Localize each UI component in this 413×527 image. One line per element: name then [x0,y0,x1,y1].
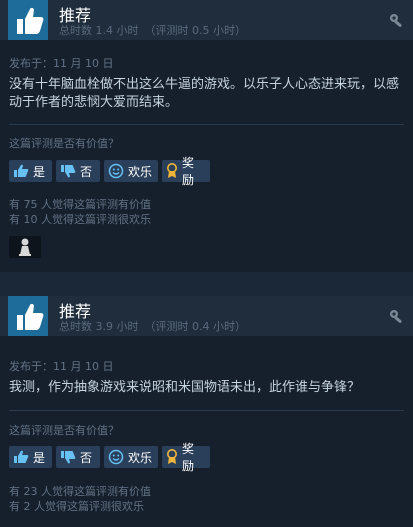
vote-yes-button[interactable]: 是 [9,160,52,182]
hours-total: 总时数 1.4 小时 [59,24,139,37]
funny-count: 有 10 人觉得这篇评测很欢乐 [9,213,151,226]
review-card: 推荐 总时数 1.4 小时 （评测时 0.5 小时） 发布于：11 月 10 日 … [0,0,413,272]
vote-no-label: 否 [80,164,93,179]
award-button[interactable]: 奖励 [162,442,210,473]
smiley-icon [108,163,124,179]
vote-funny-label: 欢乐 [128,450,153,465]
award-label: 奖励 [182,442,195,473]
thumbs-up-icon [8,296,48,336]
gear-icon[interactable] [387,12,405,28]
vote-no-label: 否 [80,450,93,465]
award-icon [167,449,177,464]
vote-yes-label: 是 [33,450,46,465]
thumbs-down-icon [61,165,76,178]
helpful-count: 有 23 人觉得这篇评测有价值 [9,485,151,498]
posted-date: 发布于：11 月 10 日 [9,360,114,373]
review-header: 推荐 总时数 1.4 小时 （评测时 0.5 小时） [0,0,413,40]
hours-total: 总时数 3.9 小时 [59,320,139,333]
vote-funny-button[interactable]: 欢乐 [104,160,158,182]
award-label: 奖励 [182,156,195,187]
hours-at-review: （评测时 0.5 小时） [144,24,247,37]
vote-yes-button[interactable]: 是 [9,446,52,468]
divider [9,410,404,411]
helpful-question: 这篇评测是否有价值？ [9,137,119,150]
playtime: 总时数 3.9 小时 （评测时 0.4 小时） [59,318,252,334]
review-separator [0,272,413,296]
review-card: 推荐 总时数 3.9 小时 （评测时 0.4 小时） 发布于：11 月 10 日 … [0,296,413,527]
thumbs-down-icon [61,451,76,464]
vote-yes-label: 是 [33,164,46,179]
review-header: 推荐 总时数 3.9 小时 （评测时 0.4 小时） [0,296,413,336]
vote-no-button[interactable]: 否 [56,160,100,182]
funny-count: 有 2 人觉得这篇评测很欢乐 [9,500,144,513]
avatar-figure-icon [19,238,31,256]
helpful-question: 这篇评测是否有价值？ [9,424,119,437]
thumbs-up-icon [8,0,48,40]
divider [9,124,404,125]
award-icon [167,163,177,178]
vote-funny-label: 欢乐 [128,164,153,179]
award-button[interactable]: 奖励 [162,156,210,187]
review-text: 我测，作为抽象游戏来说昭和米国物语未出，此作谁与争锋？ [9,380,361,395]
award-received-badge[interactable] [9,236,41,258]
posted-date: 发布于：11 月 10 日 [9,57,114,70]
thumbs-up-icon [14,450,29,463]
playtime: 总时数 1.4 小时 （评测时 0.5 小时） [59,22,252,38]
smiley-icon [108,449,124,465]
helpful-count: 有 75 人觉得这篇评测有价值 [9,198,151,211]
vote-no-button[interactable]: 否 [56,446,100,468]
vote-funny-button[interactable]: 欢乐 [104,446,158,468]
review-text: 没有十年脑血栓做不出这么牛逼的游戏。以乐子人心态进来玩，以感动于作者的悲悯大爱而… [9,77,400,110]
thumbs-up-icon [14,164,29,177]
hours-at-review: （评测时 0.4 小时） [144,320,247,333]
gear-icon[interactable] [387,308,405,324]
